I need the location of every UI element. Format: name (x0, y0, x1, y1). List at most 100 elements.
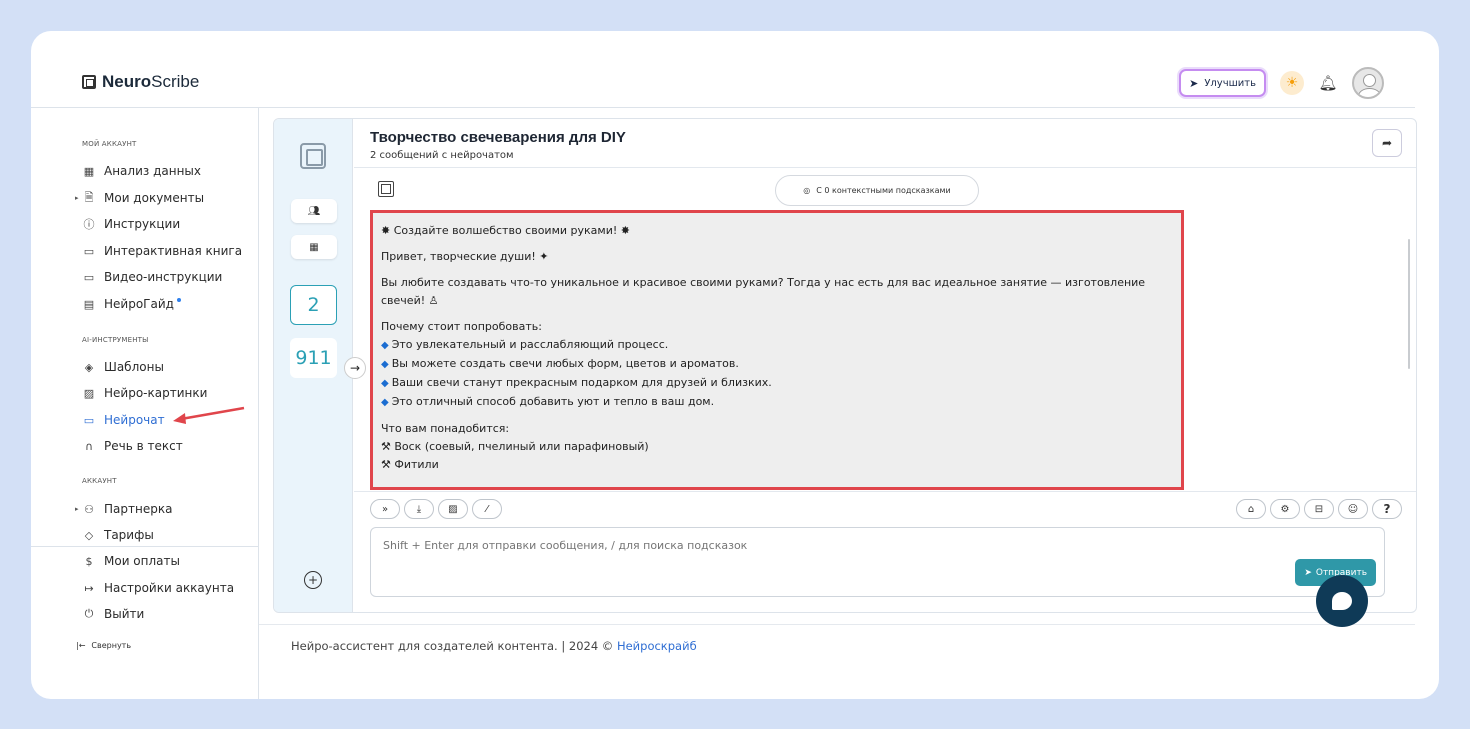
list-item: ⚒ Фитили (381, 458, 439, 471)
token-count-badge: 911 (290, 338, 337, 378)
sidebar-item-neuroguide[interactable]: ▤ НейроГайд (82, 295, 181, 313)
caret-right-icon: ▸ (75, 505, 79, 513)
users-icon: ⚇ (84, 502, 94, 516)
tag-icon: ◇ (84, 528, 94, 542)
list-item: ◆ Ваши свечи станут прекрасным подарком д… (381, 376, 772, 389)
diamond-icon: ◆ (381, 359, 389, 370)
list-item: ◆ Вы можете создать свечи любых форм, цве… (381, 357, 739, 370)
tools-icon: ⚒ (381, 440, 395, 453)
message-why-block: Почему стоит попробовать: ◆ Это увлекател… (381, 318, 1173, 412)
image-button[interactable]: ▨ (438, 499, 468, 519)
app-window: NeuroScribe ➤ Улучшить ☀ 🔔︎ МОЙ АККАУНТ … (31, 31, 1439, 699)
sidebar-item-video-instructions[interactable]: ▭ Видео-инструкции (82, 268, 223, 286)
logo-name-bold: Neuro (102, 72, 152, 91)
sidebar-item-tariffs[interactable]: ◇ Тарифы (82, 526, 154, 544)
help-button[interactable]: ? (1372, 499, 1402, 519)
bot-button[interactable]: ☺ (1338, 499, 1368, 519)
theme-toggle-sun-icon[interactable]: ☀ (1280, 71, 1304, 95)
assistant-message: ✸ Создайте волшебство своими руками! ✸ П… (370, 210, 1184, 490)
avatar[interactable] (1352, 67, 1384, 99)
assistant-avatar-icon (378, 181, 394, 197)
share-button[interactable]: ➦ (1372, 129, 1402, 157)
plugin-button[interactable]: ⌂ (1236, 499, 1266, 519)
footer-divider (259, 624, 1415, 625)
layout-button[interactable]: ⊟ (1304, 499, 1334, 519)
chat-icon: ▭ (83, 413, 95, 427)
message-count-badge: 2 (290, 285, 337, 325)
users-button[interactable]: 👥︎ (291, 199, 337, 223)
login-icon: ↦ (84, 581, 94, 595)
collapse-sidebar-button[interactable]: |← Свернуть (76, 641, 131, 650)
list-item: ◆ Это отличный способ добавить уют и тепл… (381, 395, 715, 408)
upgrade-button[interactable]: ➤ Улучшить (1179, 69, 1266, 97)
red-annotation-arrow-icon (173, 406, 245, 424)
footer-text: Нейро-ассистент для создателей контента.… (291, 639, 617, 653)
chat-panel: 👥︎ ▦ 2 911 + → Творчество свечеварения д… (273, 118, 1417, 613)
message-input[interactable] (383, 539, 1183, 552)
diamond-icon: ◆ (381, 340, 389, 351)
caret-right-icon: ▸ (75, 194, 79, 202)
share-icon: ➦ (1381, 136, 1393, 150)
sidebar-item-templates[interactable]: ◈ Шаблоны (82, 358, 164, 376)
image-icon: ▨ (448, 503, 458, 515)
logo-name-rest: Scribe (151, 72, 200, 91)
message-tools-left: » ⤓ ▨ ⁄ (370, 499, 502, 519)
upgrade-label: Улучшить (1204, 77, 1256, 89)
palette-icon: ◎ (803, 186, 811, 195)
sidebar-item-my-payments[interactable]: $ Мои оплаты (82, 552, 180, 570)
sidebar-item-neurochat[interactable]: ▭ Нейрочат (82, 411, 165, 429)
sidebar-item-speech-to-text[interactable]: ∩ Речь в текст (82, 437, 183, 455)
collapse-chevrons-button[interactable]: » (370, 499, 400, 519)
question-icon: ? (1383, 502, 1391, 516)
layers-icon: ◈ (84, 360, 94, 374)
sidebar-item-partner[interactable]: ▸ ⚇ Партнерка (75, 500, 172, 518)
context-hints-button[interactable]: ◎ С 0 контекстными подсказками (775, 175, 979, 206)
sidebar-item-account-settings[interactable]: ↦ Настройки аккаунта (82, 579, 234, 597)
add-chat-button[interactable]: + (304, 571, 322, 589)
chat-subtitle: 2 сообщений с нейрочатом (370, 150, 514, 161)
chat-left-rail: 👥︎ ▦ 2 911 + (274, 119, 353, 612)
message-headline: ✸ Создайте волшебство своими руками! ✸ (381, 224, 630, 237)
new-dot-badge (176, 298, 181, 302)
puzzle-icon: ⌂ (1247, 503, 1255, 515)
guide-icon: ▤ (83, 297, 95, 311)
logo-icon (82, 75, 96, 89)
section-account: АККАУНТ (82, 477, 117, 485)
collapse-icon: |← (76, 641, 86, 650)
sparkle-icon: ✸ (617, 224, 630, 237)
download-button[interactable]: ⤓ (404, 499, 434, 519)
footer: Нейро-ассистент для создателей контента.… (291, 639, 697, 653)
message-input-container: ➤ Отправить (370, 527, 1385, 597)
message-intro: Вы любите создавать что-то уникальное и … (381, 276, 1146, 307)
logo[interactable]: NeuroScribe (82, 72, 199, 92)
message-tools-right: ⌂ ⚙ ⊟ ☺ ? (1236, 499, 1402, 519)
tools-icon: ⚒ (381, 458, 395, 471)
video-icon: ▭ (83, 270, 95, 284)
list-item: ⚒ Воск (соевый, пчелиный или парафиновый… (381, 440, 649, 453)
robot-icon: ☺ (1347, 503, 1359, 515)
sidebar-item-neuro-images[interactable]: ▨ Нейро-картинки (82, 384, 208, 402)
bell-icon[interactable]: 🔔︎ (1318, 74, 1338, 92)
sidebar-item-interactive-book[interactable]: ▭ Интерактивная книга (82, 242, 242, 260)
support-chat-button[interactable] (1316, 575, 1368, 627)
sidebar-item-my-documents[interactable]: ▸ 🗎 Мои документы (75, 189, 204, 207)
headphones-icon: ∩ (84, 439, 94, 453)
list-item: ◆ Это увлекательный и расслабляющий проце… (381, 338, 669, 351)
settings-button[interactable]: ⚙ (1270, 499, 1300, 519)
candle-icon: ♙ (425, 294, 439, 307)
footer-link[interactable]: Нейроскрайб (617, 639, 697, 653)
diamond-icon: ◆ (381, 378, 389, 389)
sidebar-item-instructions[interactable]: ⓘ Инструкции (82, 215, 181, 233)
help-icon: ⓘ (83, 218, 95, 231)
header-actions: ➤ Улучшить ☀ 🔔︎ (1179, 67, 1384, 99)
grid-button[interactable]: ▦ (291, 235, 337, 259)
dollar-icon: $ (85, 554, 93, 568)
sidebar-item-logout[interactable]: ⏻ Выйти (82, 605, 145, 623)
download-icon: ⤓ (416, 503, 422, 515)
magic-wand-button[interactable]: ⁄ (472, 499, 502, 519)
sidebar-item-data-analysis[interactable]: ▦ Анализ данных (82, 162, 201, 180)
diamond-icon: ◆ (381, 397, 389, 408)
expand-arrow-button[interactable]: → (344, 357, 366, 379)
scrollbar[interactable] (1408, 239, 1410, 369)
power-icon: ⏻ (84, 607, 94, 620)
